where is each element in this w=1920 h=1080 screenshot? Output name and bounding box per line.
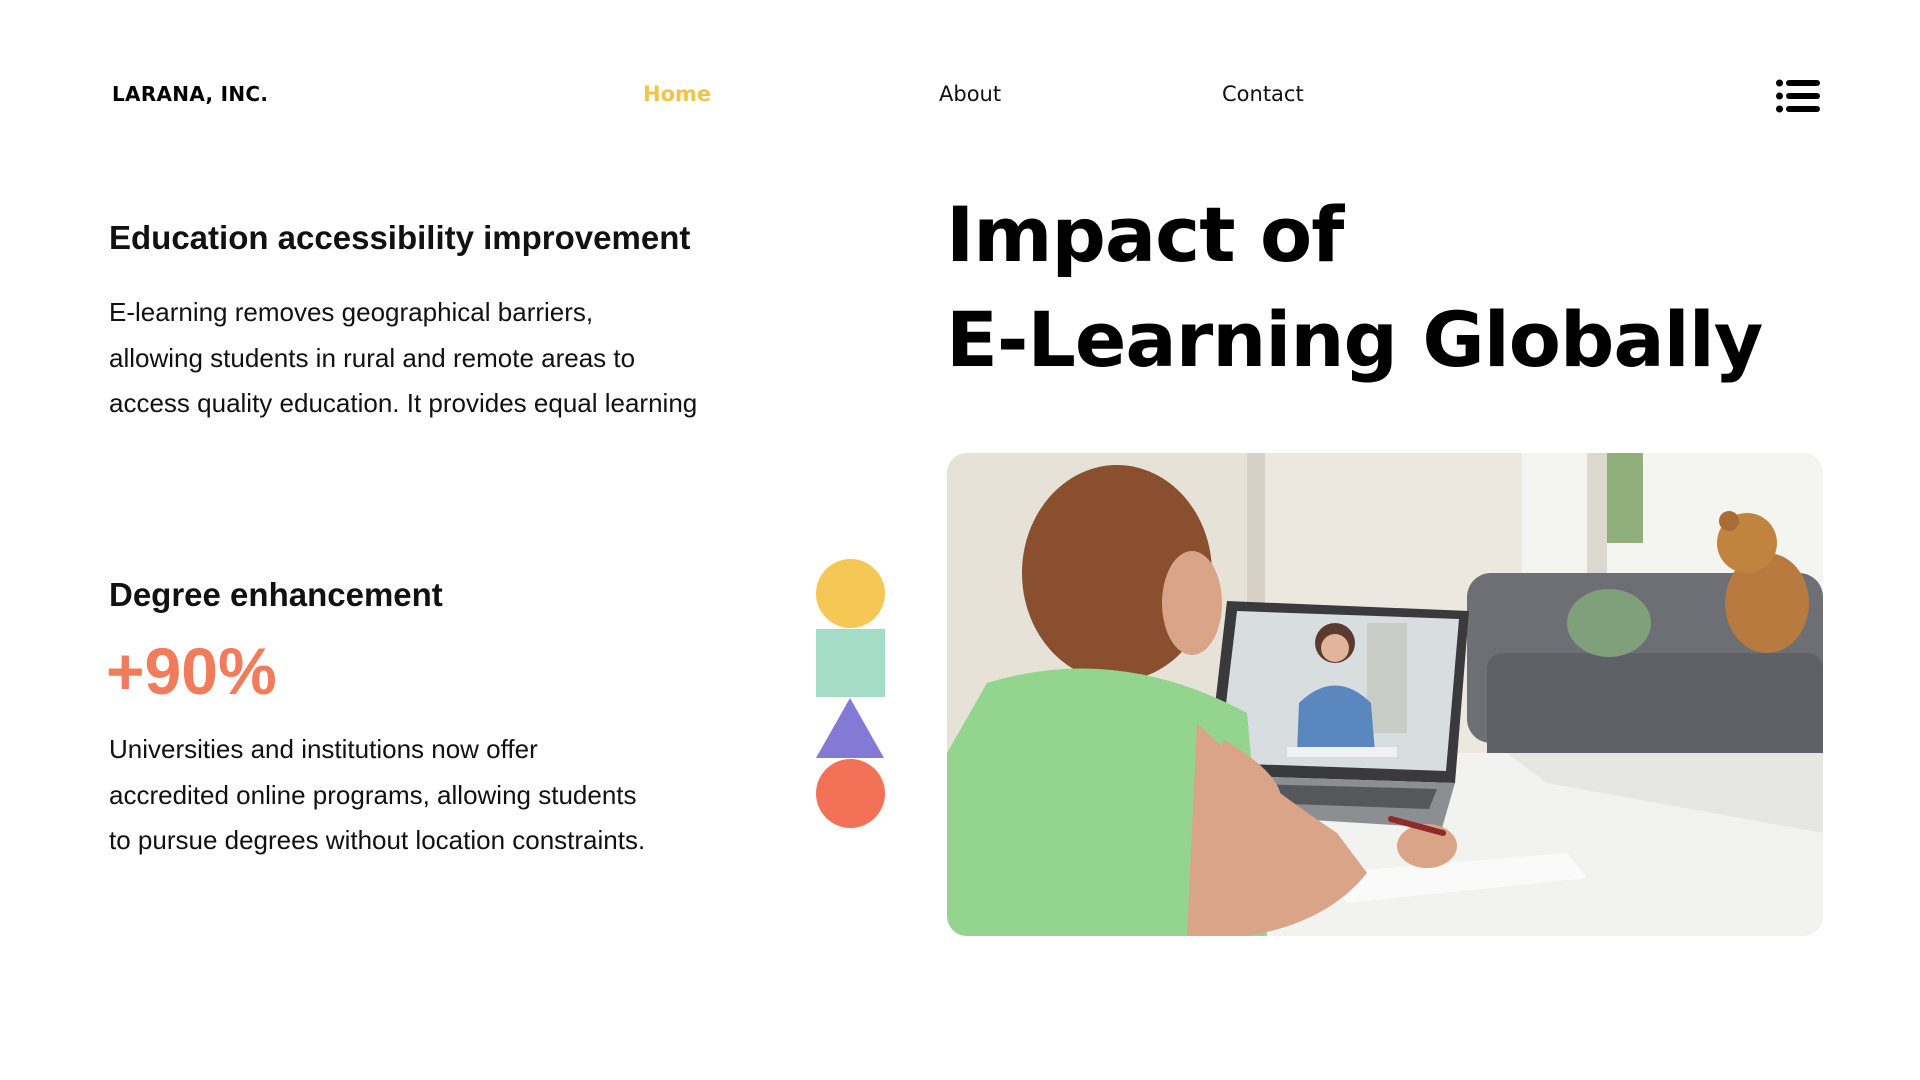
mint-square-shape: [816, 629, 885, 697]
page: LARANA, INC. Home About Contact Educatio…: [0, 0, 1920, 1080]
text-line: Universities and institutions now offer: [109, 734, 538, 764]
text-line: accredited online programs, allowing stu…: [109, 779, 637, 810]
photo-illustration: [947, 453, 1823, 936]
title-line: Impact of: [946, 190, 1344, 279]
orange-circle-shape: [816, 759, 885, 828]
accessibility-heading: Education accessibility improvement: [109, 219, 691, 256]
menu-button[interactable]: [1776, 79, 1820, 113]
accessibility-text: E-learning removes geographical barriers…: [109, 290, 749, 427]
brand-logo[interactable]: LARANA, INC.: [112, 82, 268, 106]
page-title: Impact of E-Learning Globally: [946, 182, 1763, 392]
nav-home[interactable]: Home: [643, 82, 711, 106]
degree-text: Universities and institutions now offer …: [109, 727, 709, 864]
text-line: allowing students in rural and remote ar…: [109, 342, 636, 373]
purple-triangle-shape: [816, 698, 884, 758]
yellow-circle-shape: [816, 559, 885, 628]
text-line: E-learning removes geographical barriers…: [109, 297, 594, 327]
title-line: E-Learning Globally: [946, 295, 1763, 384]
hamburger-list-icon: [1776, 79, 1820, 113]
degree-heading: Degree enhancement: [109, 576, 443, 613]
text-line: access quality education. It provides eq…: [109, 388, 698, 418]
nav-about[interactable]: About: [939, 82, 1001, 106]
text-line: to pursue degrees without location const…: [109, 825, 646, 855]
elearning-photo: [947, 453, 1823, 936]
degree-stat: +90%: [106, 634, 277, 708]
nav-contact[interactable]: Contact: [1222, 82, 1304, 106]
